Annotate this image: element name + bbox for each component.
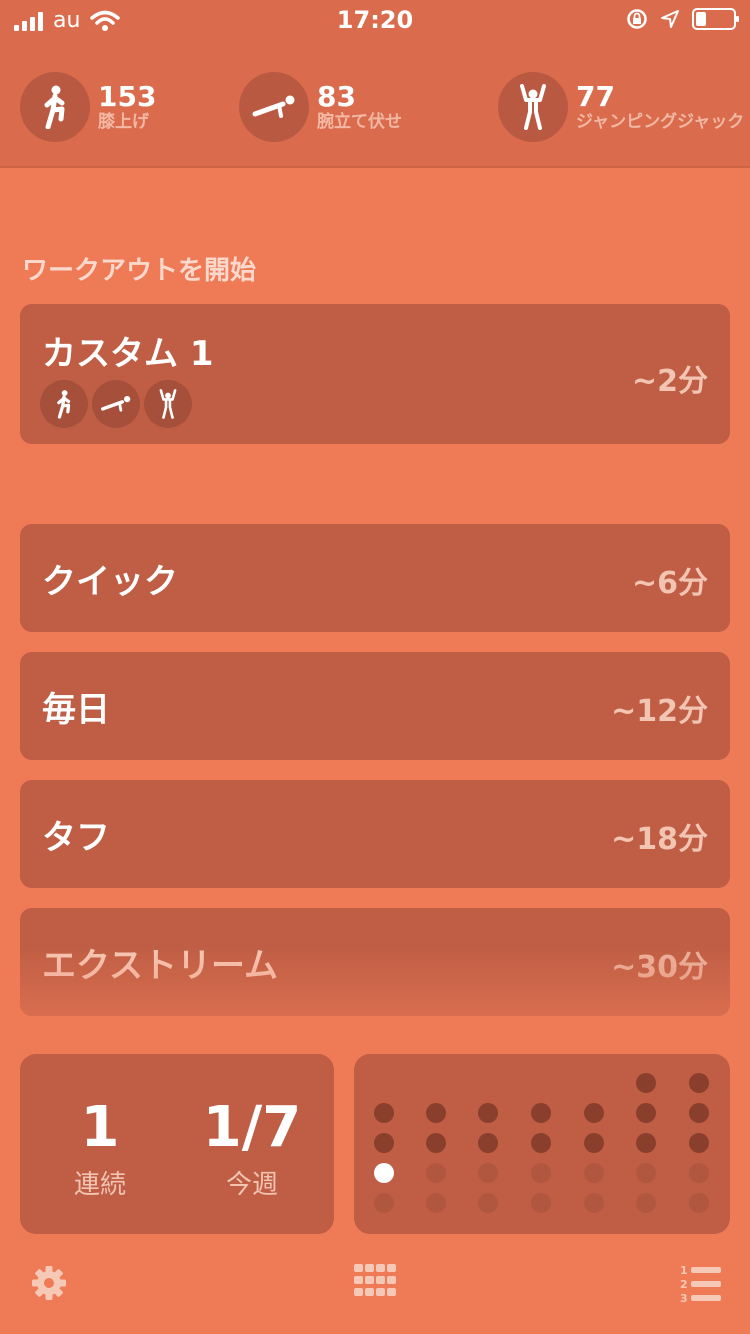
workout-duration: ~18分	[611, 822, 708, 857]
stat-knee-raise[interactable]: 153 膝上げ	[20, 72, 156, 142]
week-label: 今週	[225, 1170, 278, 1200]
week-dot	[636, 1073, 656, 1093]
week-dot	[478, 1193, 498, 1213]
week-dot	[531, 1133, 551, 1153]
gear-icon[interactable]	[30, 1264, 68, 1302]
week-dot	[689, 1163, 709, 1183]
week-dot	[478, 1103, 498, 1123]
week-stat: 1/7 今週	[192, 1098, 312, 1201]
workout-duration: ~6分	[631, 566, 708, 601]
week-dot	[689, 1133, 709, 1153]
numbered-list-icon[interactable]: 123	[680, 1264, 722, 1304]
week-dot	[531, 1163, 551, 1183]
stat-label: ジャンピングジャック	[576, 112, 745, 132]
week-dot	[689, 1103, 709, 1123]
workout-card-custom[interactable]: カスタム 1 ~2分	[20, 304, 730, 444]
week-dot	[636, 1193, 656, 1213]
stat-jumping-jack[interactable]: 77 ジャンピングジャック	[498, 72, 744, 142]
week-dot	[584, 1103, 604, 1123]
workout-name: タフ	[42, 818, 110, 858]
week-dot	[426, 1163, 446, 1183]
streak-panel[interactable]: 1 連続 1/7 今週	[20, 1054, 334, 1234]
week-value: 1/7	[202, 1095, 302, 1160]
workout-card-extreme[interactable]: エクストリーム ~30分	[20, 908, 730, 1016]
week-dot	[689, 1073, 709, 1093]
stat-count: 83	[317, 80, 356, 113]
workout-duration: ~2分	[631, 364, 708, 399]
jumping-jack-icon	[520, 84, 546, 130]
battery-icon	[692, 8, 739, 30]
push-up-icon	[101, 396, 131, 412]
week-dot	[374, 1193, 394, 1213]
week-dot-completed	[374, 1163, 394, 1183]
jumping-jack-icon	[159, 389, 177, 419]
exercise-icon-list	[40, 380, 192, 428]
week-dot	[584, 1133, 604, 1153]
week-dot	[584, 1193, 604, 1213]
week-dot	[426, 1103, 446, 1123]
stat-label: 膝上げ	[98, 112, 149, 132]
workout-card-tough[interactable]: タフ ~18分	[20, 780, 730, 888]
streak-value: 1	[80, 1095, 120, 1160]
week-dot	[374, 1133, 394, 1153]
streak-label: 連続	[73, 1170, 126, 1200]
week-dot	[478, 1163, 498, 1183]
stat-count: 153	[98, 80, 157, 113]
section-title: ワークアウトを開始	[22, 256, 257, 286]
streak-stat: 1 連続	[40, 1098, 160, 1201]
header-stats: 153 膝上げ 83 腕立て伏せ 77 ジャンピングジャック	[0, 40, 750, 168]
week-dot	[531, 1193, 551, 1213]
weekly-grid-panel[interactable]	[354, 1054, 730, 1234]
status-bar: au 17:20	[0, 0, 750, 40]
knee-raise-icon	[44, 85, 65, 129]
week-dot	[689, 1193, 709, 1213]
stat-count: 77	[576, 80, 615, 113]
svg-text:2: 2	[680, 1278, 688, 1291]
stat-push-up[interactable]: 83 腕立て伏せ	[239, 72, 402, 142]
workout-name: カスタム 1	[42, 334, 214, 374]
week-dot	[636, 1133, 656, 1153]
workout-name: エクストリーム	[42, 946, 278, 986]
location-arrow-icon	[661, 10, 679, 28]
svg-text:3: 3	[680, 1292, 688, 1304]
workout-duration: ~30分	[611, 950, 708, 985]
workout-name: 毎日	[42, 690, 110, 730]
workout-duration: ~12分	[611, 694, 708, 729]
workout-card-quick[interactable]: クイック ~6分	[20, 524, 730, 632]
knee-raise-icon	[57, 390, 71, 419]
push-up-icon	[252, 95, 295, 118]
week-dot	[374, 1103, 394, 1123]
stat-label: 腕立て伏せ	[317, 112, 402, 132]
week-dot	[584, 1163, 604, 1183]
week-dot	[478, 1133, 498, 1153]
week-dot	[426, 1193, 446, 1213]
week-dot	[531, 1103, 551, 1123]
week-dot	[636, 1103, 656, 1123]
rotation-lock-icon	[627, 9, 647, 29]
week-dot	[636, 1163, 656, 1183]
grid-icon[interactable]	[354, 1264, 396, 1298]
workout-card-daily[interactable]: 毎日 ~12分	[20, 652, 730, 760]
week-dot	[426, 1133, 446, 1153]
workout-name: クイック	[42, 562, 178, 602]
svg-text:1: 1	[680, 1264, 688, 1277]
